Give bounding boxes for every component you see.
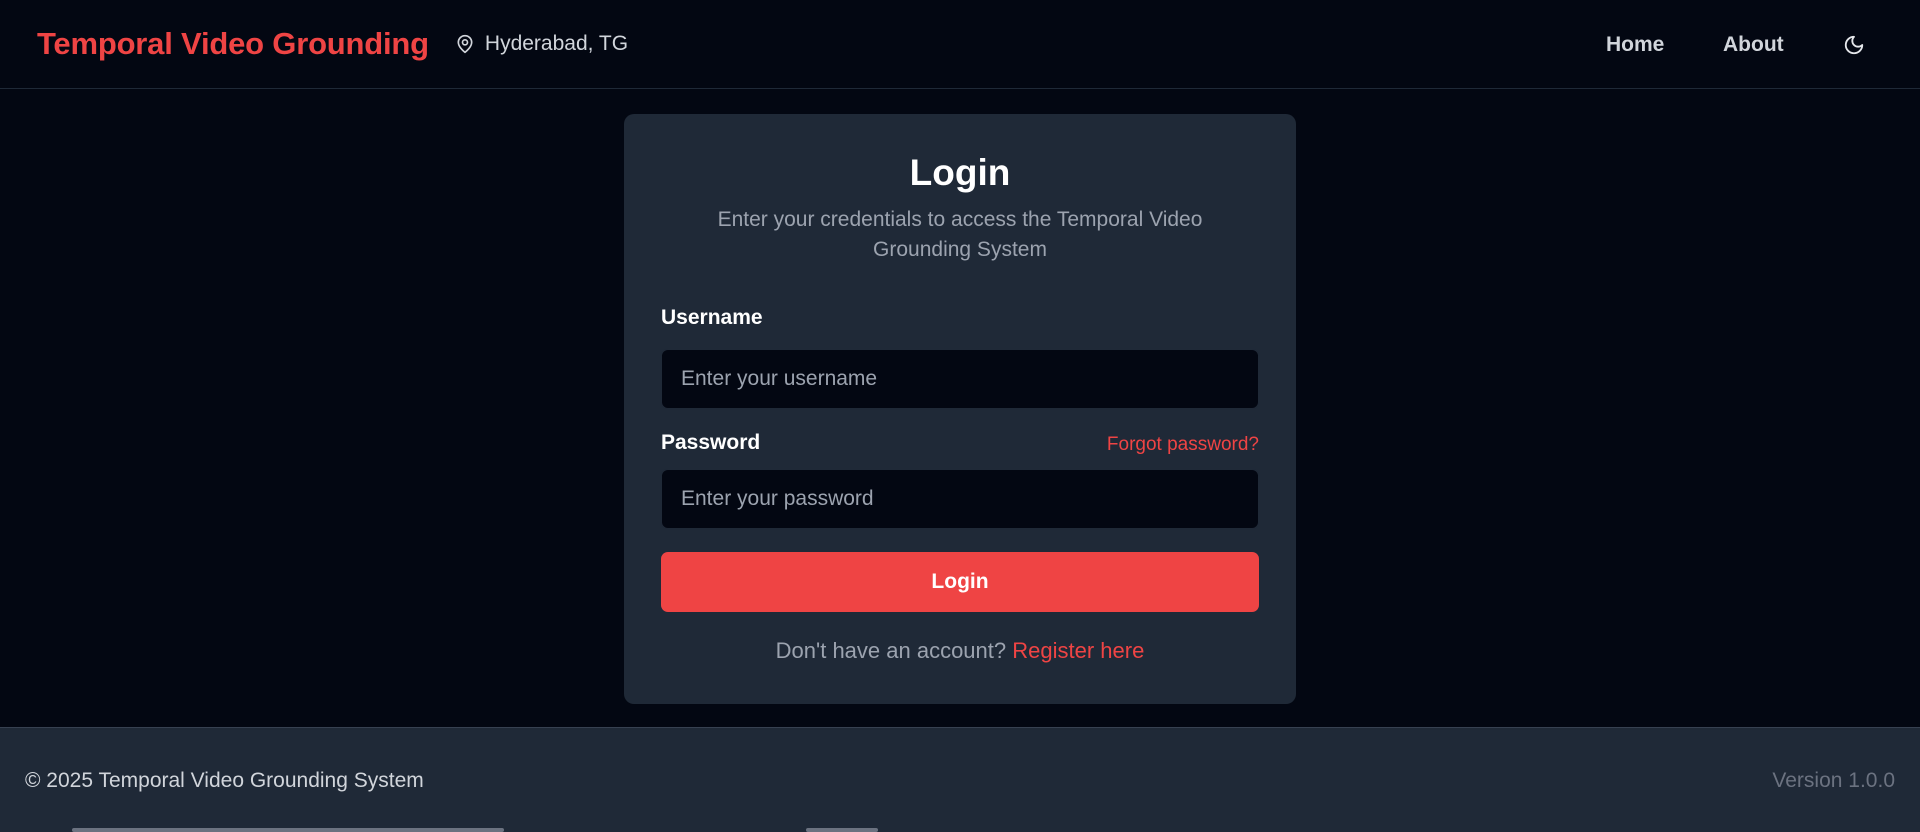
theme-toggle-button[interactable] [1839,30,1869,60]
login-title: Login [909,152,1011,193]
scrollbar-thumb[interactable] [72,828,504,832]
register-prompt-text: Don't have an account? [775,638,1007,663]
moon-icon [1844,35,1864,54]
footer-version: Version 1.0.0 [1772,769,1895,792]
footer-copyright: © 2025 Temporal Video Grounding System [25,769,424,792]
login-card [624,114,1296,704]
location-text: Hyderabad, TG [484,32,629,55]
brand-title[interactable]: Temporal Video Grounding [37,26,429,62]
register-link[interactable]: Register here [1012,638,1144,663]
nav-about-link[interactable]: About [1723,33,1784,57]
login-button[interactable]: Login [661,552,1259,612]
forgot-password-link[interactable]: Forgot password? [1107,434,1259,456]
footer: © 2025 Temporal Video Grounding System V… [0,727,1920,832]
nav-home-link[interactable]: Home [1606,33,1664,57]
scrollbar-thumb[interactable] [806,828,878,832]
location-indicator: Hyderabad, TG [455,32,628,56]
login-subtitle: Enter your credentials to access the Tem… [717,208,1203,261]
password-label: Password [661,431,761,454]
map-pin-icon [457,34,473,54]
username-label: Username [661,306,763,329]
register-prompt-row: Don't have an account? Register here [0,638,1920,664]
username-input[interactable] [661,349,1259,409]
password-input[interactable] [661,469,1259,529]
